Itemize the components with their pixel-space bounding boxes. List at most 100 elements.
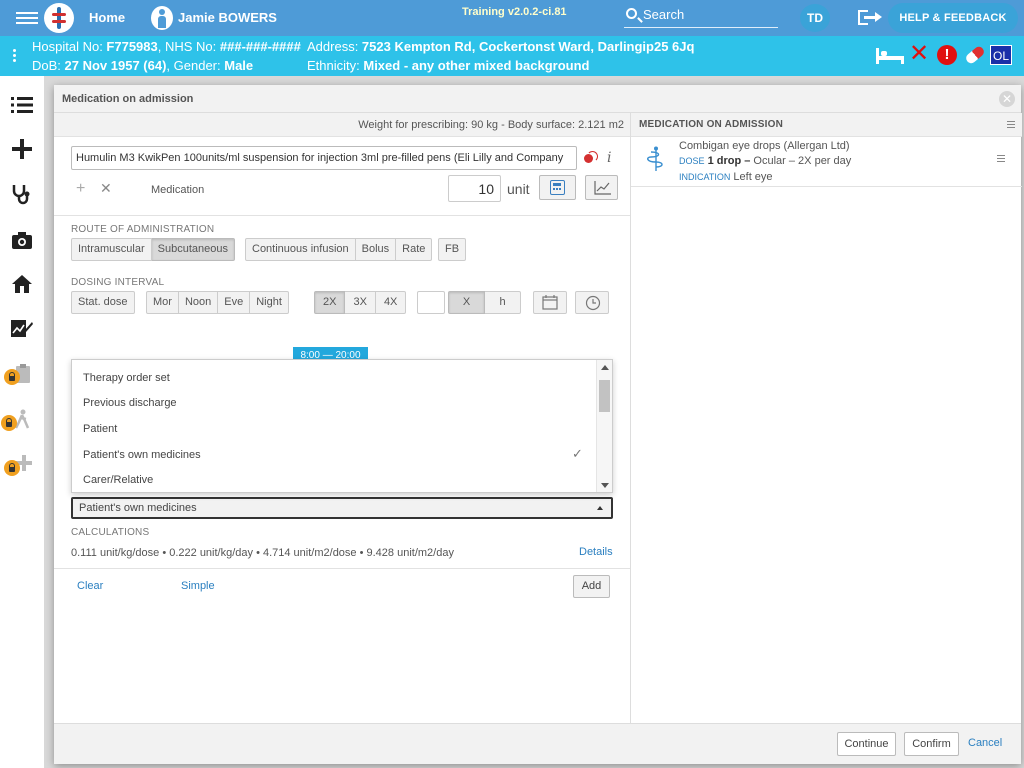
plus-icon[interactable] <box>0 129 44 169</box>
patient-banner: Hospital No: F775983, NHS No: ###-###-##… <box>0 36 1024 76</box>
home-link[interactable]: Home <box>89 10 125 25</box>
time-mor[interactable]: Mor <box>146 291 179 314</box>
locked-walker-icon[interactable] <box>0 399 44 439</box>
person-icon <box>151 6 173 30</box>
route-label: ROUTE OF ADMINISTRATION <box>71 224 215 235</box>
source-select-value: Patient's own medicines <box>79 502 197 514</box>
route-subcutaneous[interactable]: Subcutaneous <box>151 238 235 261</box>
lock-icon <box>4 369 20 385</box>
locked-clipboard-icon[interactable] <box>0 354 44 394</box>
version-label: Training v2.0.2-ci.81 <box>462 6 567 18</box>
add-line-icon[interactable]: + <box>76 180 85 198</box>
admission-list-header: MEDICATION ON ADMISSION <box>631 113 1022 137</box>
route-continuous-infusion[interactable]: Continuous infusion <box>245 238 356 261</box>
weight-text: Weight for prescribing: 90 kg - Body sur… <box>358 119 624 131</box>
fb-button[interactable]: FB <box>438 238 467 261</box>
source-select[interactable]: Patient's own medicines <box>71 497 613 519</box>
scroll-down-icon[interactable] <box>601 483 609 488</box>
trend-chart-button[interactable] <box>585 175 618 200</box>
menu-icon[interactable] <box>1007 121 1015 130</box>
ethnicity-value: Mixed - any other mixed background <box>363 58 590 73</box>
lock-icon <box>1 415 17 431</box>
top-bar: Home Jamie BOWERS Training v2.0.2-ci.81 … <box>0 0 1024 36</box>
route-bolus[interactable]: Bolus <box>355 238 397 261</box>
custom-frequency-input[interactable] <box>417 291 445 314</box>
remove-line-icon[interactable]: ✕ <box>100 180 112 197</box>
locked-add-icon[interactable] <box>0 443 44 483</box>
divider <box>54 568 630 569</box>
chart-edit-icon[interactable] <box>0 308 44 348</box>
info-icon[interactable]: i <box>607 150 611 166</box>
dropdown-scrollbar[interactable] <box>596 360 612 492</box>
interval-unit-group: X h <box>448 291 521 314</box>
add-button[interactable]: Add <box>573 575 610 598</box>
calculations-text: 0.111 unit/kg/dose • 0.222 unit/kg/day •… <box>71 547 454 559</box>
scroll-up-icon[interactable] <box>601 365 609 370</box>
calendar-icon <box>542 295 558 310</box>
menu-icon[interactable] <box>16 9 38 27</box>
card-menu-icon[interactable] <box>997 155 1005 164</box>
scroll-thumb[interactable] <box>599 380 610 412</box>
modal-header: Medication on admission ✕ <box>54 85 1021 113</box>
simple-link[interactable]: Simple <box>181 580 215 592</box>
time-night[interactable]: Night <box>250 291 289 314</box>
stat-dose-button[interactable]: Stat. dose <box>71 291 135 314</box>
calculations-label: CALCULATIONS <box>71 527 150 538</box>
list-icon[interactable] <box>0 85 44 125</box>
dropdown-option[interactable]: Carer/Relative <box>83 474 153 486</box>
pill-icon[interactable] <box>964 44 986 66</box>
alert-icon[interactable]: ! <box>937 45 957 65</box>
route-intramuscular[interactable]: Intramuscular <box>71 238 152 261</box>
help-feedback-button[interactable]: HELP & FEEDBACK <box>888 3 1018 33</box>
kebab-menu-icon[interactable] <box>13 49 17 64</box>
freq-2x[interactable]: 2X <box>314 291 346 314</box>
bed-icon[interactable] <box>876 48 904 64</box>
drug-input[interactable]: Humulin M3 KwikPen 100units/ml suspensio… <box>71 146 577 170</box>
dropdown-option[interactable]: Previous discharge <box>83 397 177 409</box>
red-x-icon[interactable]: ✕ <box>909 42 929 66</box>
dose-input[interactable]: 10 <box>448 175 501 202</box>
caduceus-icon <box>647 146 663 171</box>
close-icon[interactable]: ✕ <box>999 91 1015 107</box>
stethoscope-icon[interactable] <box>0 174 44 214</box>
time-noon[interactable]: Noon <box>178 291 219 314</box>
confirm-button[interactable]: Confirm <box>904 732 959 756</box>
calculator-button[interactable] <box>539 175 576 200</box>
admission-list-title: MEDICATION ON ADMISSION <box>639 119 784 130</box>
calendar-button[interactable] <box>533 291 567 314</box>
patient-name[interactable]: Jamie BOWERS <box>178 10 277 25</box>
route-rate[interactable]: Rate <box>396 238 433 261</box>
cancel-link[interactable]: Cancel <box>968 737 1002 749</box>
time-of-day-group: Mor Noon Eve Night <box>146 291 289 314</box>
freq-3x[interactable]: 3X <box>345 291 376 314</box>
medication-card[interactable]: Combigan eye drops (Allergan Ltd) DOSE 1… <box>631 137 1022 187</box>
medication-dose: DOSE 1 drop – Ocular – 2X per day <box>679 155 852 167</box>
logout-icon[interactable] <box>858 9 882 27</box>
banner-dob-line: DoB: 27 Nov 1957 (64), Gender: Male <box>32 58 254 73</box>
details-link[interactable]: Details <box>579 546 613 558</box>
search-input[interactable]: Search <box>624 6 778 28</box>
interaction-warning-icon[interactable] <box>582 151 598 165</box>
user-avatar[interactable]: TD <box>800 4 830 32</box>
source-dropdown-list: Therapy order set Previous discharge Pat… <box>71 359 613 493</box>
caret-up-icon <box>597 506 603 510</box>
dropdown-option[interactable]: Therapy order set <box>83 372 170 384</box>
ol-badge[interactable]: OL <box>990 45 1012 65</box>
camera-icon[interactable] <box>0 220 44 260</box>
search-label: Search <box>643 7 685 22</box>
interval-hours[interactable]: h <box>485 291 521 314</box>
clear-link[interactable]: Clear <box>77 580 103 592</box>
house-icon[interactable] <box>0 264 44 304</box>
nhs-number: ###-###-#### <box>219 39 301 54</box>
interval-x[interactable]: X <box>448 291 485 314</box>
hospital-number: F775983 <box>106 39 158 54</box>
trend-chart-icon <box>594 181 611 195</box>
freq-4x[interactable]: 4X <box>375 291 407 314</box>
schedule-button[interactable] <box>575 291 609 314</box>
app-logo[interactable] <box>44 3 74 33</box>
time-eve[interactable]: Eve <box>218 291 251 314</box>
dropdown-option[interactable]: Patient <box>83 423 117 435</box>
medication-indication: INDICATION Left eye <box>679 171 773 183</box>
continue-button[interactable]: Continue <box>837 732 896 756</box>
dropdown-option[interactable]: Patient's own medicines <box>83 449 201 461</box>
